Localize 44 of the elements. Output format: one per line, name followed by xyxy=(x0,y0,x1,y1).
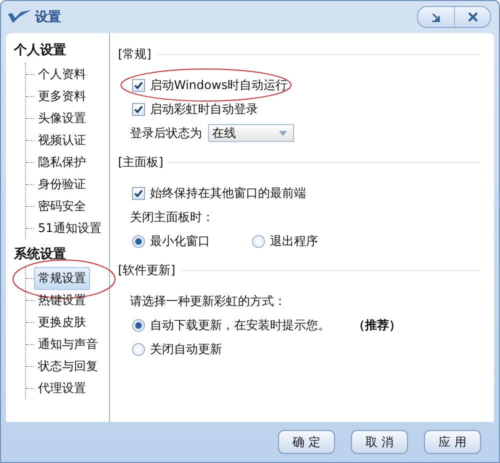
sidebar-item[interactable]: 代理设置 xyxy=(34,376,90,400)
sidebar-group-heading[interactable]: 系统设置 xyxy=(14,245,109,265)
sidebar-item[interactable]: 状态与回复 xyxy=(34,354,102,378)
radio-label[interactable]: 最小化窗口 xyxy=(150,232,210,250)
recommended-note: （推荐） xyxy=(353,316,401,334)
minimize-icon xyxy=(431,12,441,22)
sidebar-item[interactable]: 头像设置 xyxy=(34,106,90,130)
section-heading: [主面板] xyxy=(118,154,164,170)
checkbox-label[interactable]: 始终保持在其他窗口的最前端 xyxy=(150,184,306,202)
radio-button[interactable] xyxy=(252,234,265,248)
sidebar-item[interactable]: 密码安全 xyxy=(34,194,90,218)
window-title: 设置 xyxy=(35,9,61,26)
sidebar-item[interactable]: 视频认证 xyxy=(34,128,90,152)
sidebar-item[interactable]: 更换皮肤 xyxy=(34,310,90,334)
sidebar-item[interactable]: 个人资料 xyxy=(34,62,90,86)
prompt-text: 请选择一种更新彩虹的方式： xyxy=(130,292,286,310)
prompt-text: 关闭主面板时： xyxy=(130,208,214,226)
sidebar-item[interactable]: 通知与声音 xyxy=(34,332,102,356)
radio-label[interactable]: 退出程序 xyxy=(270,232,318,250)
dialog-button[interactable]: 确 定 xyxy=(278,430,335,454)
caret-icon xyxy=(279,130,287,136)
dialog-button[interactable]: 应 用 xyxy=(424,430,481,454)
radio-label[interactable]: 自动下载更新，在安装时提示您。 xyxy=(150,316,330,334)
close-icon xyxy=(468,12,478,22)
dialog-button[interactable]: 取 消 xyxy=(351,430,408,454)
sidebar-item[interactable]: 51通知设置 xyxy=(34,216,106,240)
sidebar-item[interactable]: 隐私保护 xyxy=(34,150,90,174)
section-heading: [软件更新] xyxy=(118,262,176,278)
field-label: 登录后状态为 xyxy=(130,124,202,142)
radio-button[interactable] xyxy=(132,342,145,356)
sidebar-item[interactable]: 更多资料 xyxy=(34,84,90,108)
bird-logo-icon xyxy=(7,9,33,25)
radio-button[interactable] xyxy=(132,234,145,248)
sidebar-item[interactable]: 常规设置 xyxy=(34,266,90,290)
radio-label[interactable]: 关闭自动更新 xyxy=(150,340,222,358)
checkbox[interactable] xyxy=(132,102,145,116)
sidebar-item[interactable]: 身份验证 xyxy=(34,172,90,196)
section-heading: [常规] xyxy=(118,46,152,62)
checkbox[interactable] xyxy=(132,186,145,200)
sidebar-group-heading[interactable]: 个人设置 xyxy=(14,41,109,61)
checkbox[interactable] xyxy=(132,78,145,92)
radio-button[interactable] xyxy=(132,318,145,332)
status-dropdown[interactable]: 在线 xyxy=(208,124,294,142)
checkbox-label[interactable]: 启动彩虹时自动登录 xyxy=(150,100,258,118)
